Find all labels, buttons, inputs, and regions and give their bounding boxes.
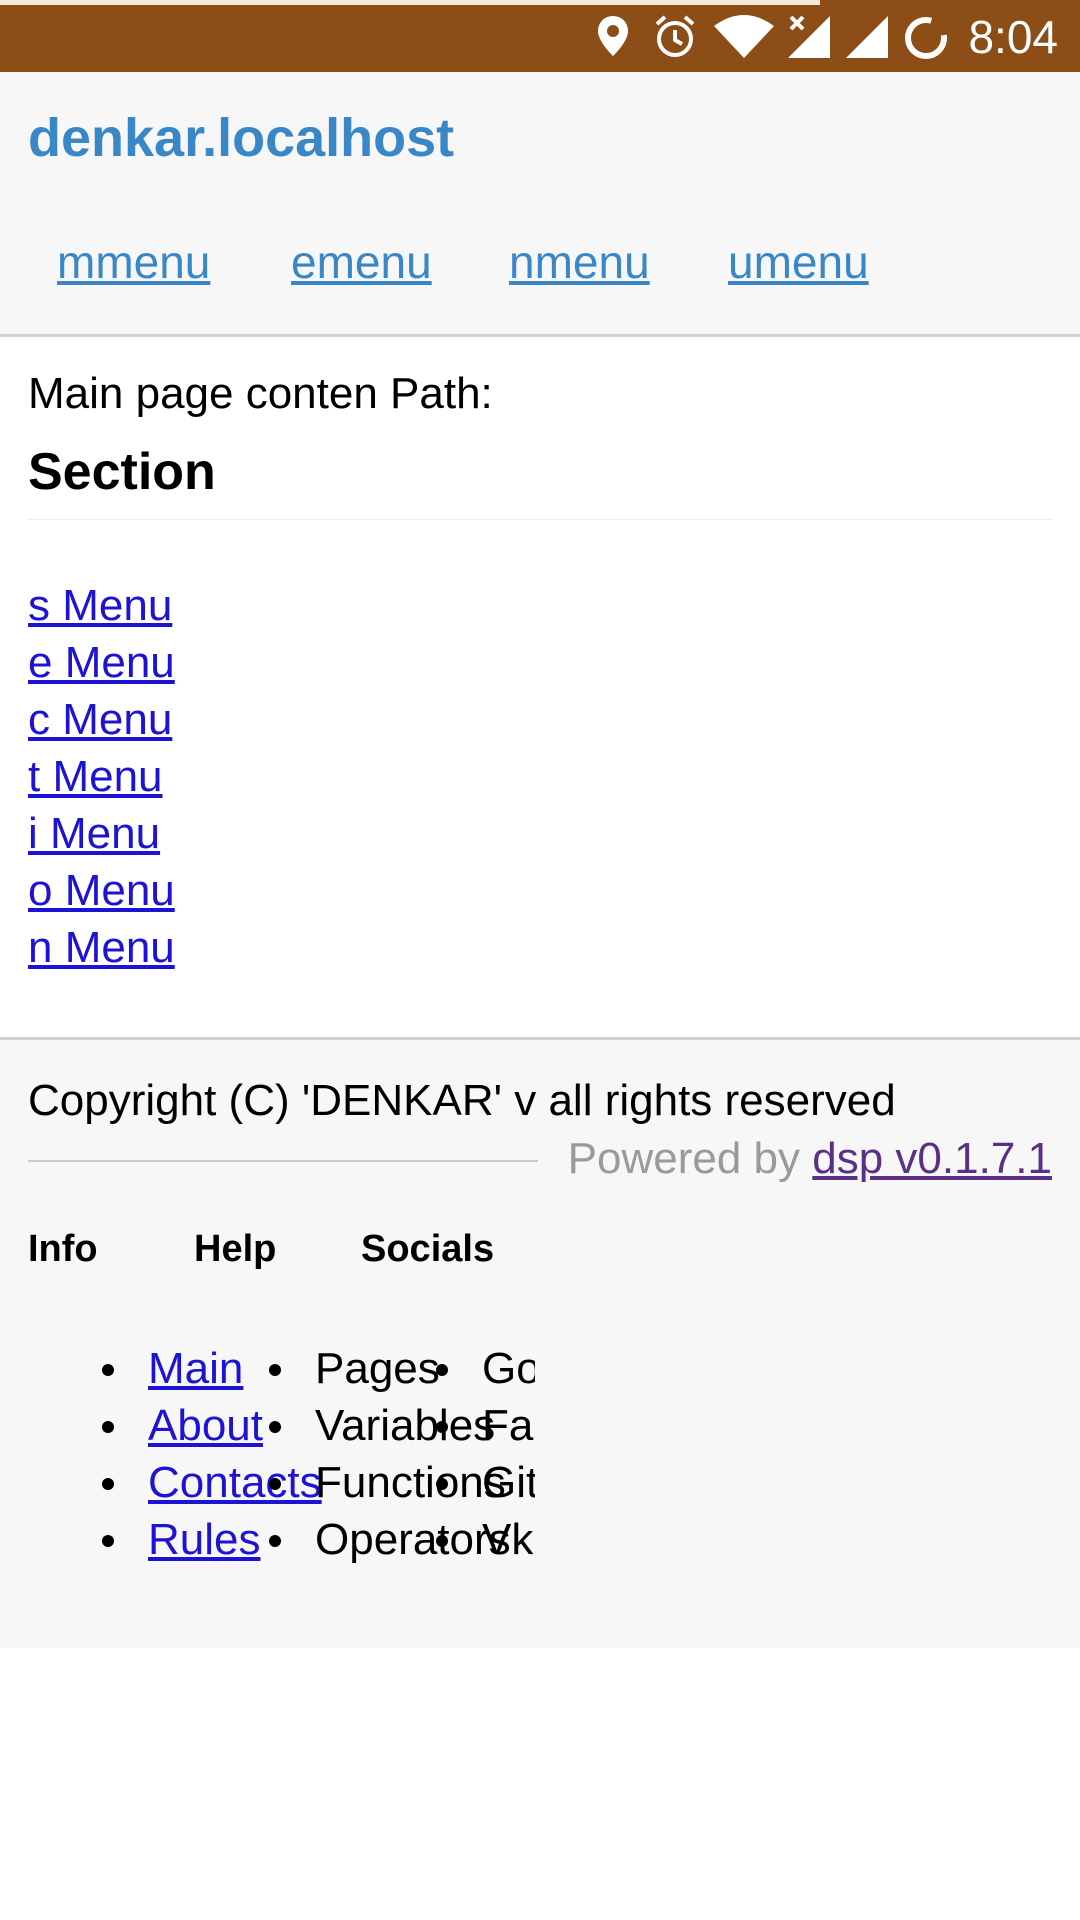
- signal-icon: [846, 16, 888, 58]
- list-item: Go: [436, 1340, 535, 1397]
- list-item: Contacts: [102, 1454, 322, 1511]
- list-item: About: [102, 1397, 322, 1454]
- nav-link-emenu[interactable]: emenu: [291, 234, 432, 290]
- footer-socials-column: Go Fa Git Vk: [430, 1340, 535, 1580]
- menu-link-o[interactable]: o Menu: [28, 862, 175, 919]
- status-bar: 8:04: [0, 0, 1080, 72]
- footer-heading-info: Info: [28, 1228, 98, 1270]
- footer-link-contacts[interactable]: Contacts: [148, 1458, 322, 1507]
- footer-info-list: Main About Contacts Rules: [102, 1340, 322, 1568]
- section-heading: Section: [28, 443, 216, 501]
- site-header: denkar.localhost mmenu emenu nmenu umenu: [0, 72, 1080, 337]
- menu-link-list: s Menu e Menu c Menu t Menu i Menu o Men…: [28, 577, 175, 976]
- menu-link-i[interactable]: i Menu: [28, 805, 175, 862]
- main-content: Main page conten Path: Section s Menu e …: [0, 337, 1080, 1037]
- nav-link-mmenu[interactable]: mmenu: [57, 234, 210, 290]
- list-item: Git: [436, 1454, 535, 1511]
- footer-link-about[interactable]: About: [148, 1401, 263, 1450]
- menu-link-c[interactable]: c Menu: [28, 691, 175, 748]
- section-divider: [28, 519, 1052, 520]
- footer-heading-socials: Socials: [361, 1228, 495, 1270]
- footer-link-main[interactable]: Main: [148, 1344, 243, 1393]
- copyright-text: Copyright (C) 'DENKAR' v all rights rese…: [28, 1076, 896, 1125]
- wifi-icon: [714, 15, 774, 58]
- menu-link-n[interactable]: n Menu: [28, 919, 175, 976]
- menu-link-e[interactable]: e Menu: [28, 634, 175, 691]
- sync-icon: [905, 17, 947, 59]
- main-page-text: Main page conten Path:: [28, 369, 493, 418]
- signal-x-icon: [788, 15, 830, 58]
- dsp-version-link[interactable]: dsp v0.1.7.1: [812, 1134, 1052, 1183]
- clock: 8:04: [968, 11, 1058, 63]
- menu-link-t[interactable]: t Menu: [28, 748, 175, 805]
- nav-link-nmenu[interactable]: nmenu: [509, 234, 650, 290]
- powered-by: Powered by dsp v0.1.7.1: [568, 1132, 1052, 1186]
- list-item: Vk: [436, 1511, 535, 1568]
- alarm-icon: [655, 15, 695, 57]
- footer-socials-list: Go Fa Git Vk: [436, 1340, 535, 1568]
- list-item: Rules: [102, 1511, 322, 1568]
- menu-link-s[interactable]: s Menu: [28, 577, 175, 634]
- list-item: Fa: [436, 1397, 535, 1454]
- powered-by-label: Powered by: [567, 1134, 801, 1183]
- nav-link-umenu[interactable]: umenu: [728, 234, 869, 290]
- footer-link-rules[interactable]: Rules: [148, 1515, 261, 1564]
- footer-heading-help: Help: [194, 1228, 277, 1270]
- site-footer: Copyright (C) 'DENKAR' v all rights rese…: [0, 1037, 1080, 1648]
- location-icon: [598, 16, 628, 56]
- footer-divider: [28, 1160, 538, 1162]
- list-item: Main: [102, 1340, 322, 1397]
- page-load-progress: [0, 0, 820, 5]
- site-title-link[interactable]: denkar.localhost: [28, 106, 454, 170]
